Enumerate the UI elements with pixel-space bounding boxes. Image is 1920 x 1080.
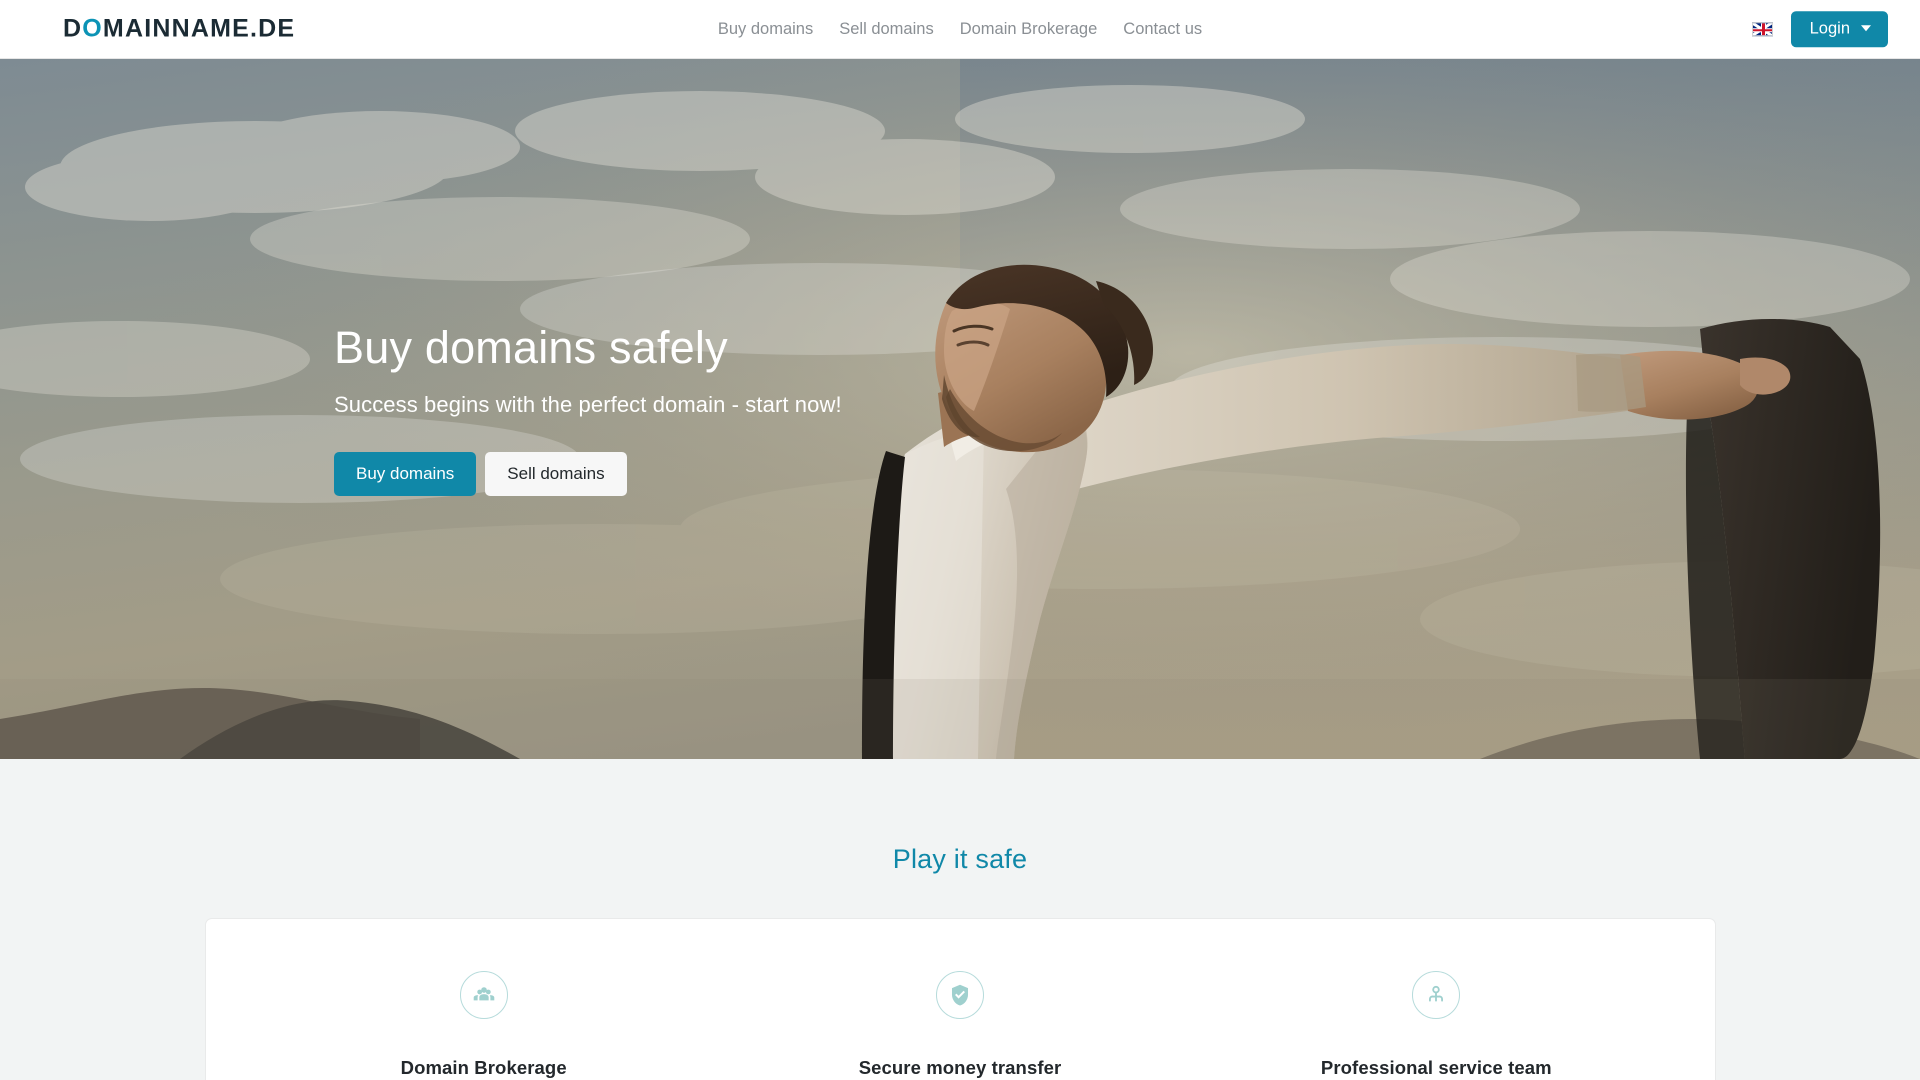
feature-card-title: Secure money transfer: [858, 1057, 1062, 1078]
nav-item-sell-domains[interactable]: Sell domains: [839, 19, 933, 39]
uk-flag-icon[interactable]: [1751, 22, 1773, 36]
hero-sell-domains-button[interactable]: Sell domains: [485, 452, 627, 496]
hero-subheading: Success begins with the perfect domain -…: [334, 392, 842, 417]
login-button-label: Login: [1809, 19, 1850, 38]
support-agent-icon: [1412, 971, 1461, 1019]
logo-text-pre: D: [63, 14, 83, 43]
feature-card-secure-money-transfer: Secure money transfer Transfers are made…: [722, 971, 1198, 1080]
header-actions: Login: [1751, 11, 1888, 47]
site-header: DOMAINNAME.DE Buy domains Sell domains D…: [0, 0, 1920, 59]
hero-heading: Buy domains safely: [334, 322, 728, 373]
primary-navigation: Buy domains Sell domains Domain Brokerag…: [718, 19, 1202, 39]
feature-cards-container: Domain Brokerage All transactions are mo…: [204, 918, 1716, 1080]
shield-check-icon: [935, 971, 984, 1019]
nav-item-domain-brokerage[interactable]: Domain Brokerage: [960, 19, 1098, 39]
chevron-down-icon: [1861, 25, 1871, 32]
logo-text-post: MAINNAME.DE: [102, 14, 296, 43]
logo-text-accent: O: [82, 14, 103, 43]
hero-buy-domains-button[interactable]: Buy domains: [334, 452, 477, 496]
site-logo[interactable]: DOMAINNAME.DE: [63, 15, 295, 44]
play-it-safe-section: Play it safe Domain Brokerage All transa…: [0, 759, 1920, 1080]
feature-card-professional-service-team: Professional service team It will be hap…: [1198, 971, 1674, 1080]
hero-actions: Buy domains Sell domains: [334, 452, 1920, 496]
nav-item-contact-us[interactable]: Contact us: [1123, 19, 1202, 39]
section-title: Play it safe: [892, 844, 1028, 874]
feature-card-domain-brokerage: Domain Brokerage All transactions are mo…: [246, 971, 722, 1080]
nav-item-buy-domains[interactable]: Buy domains: [718, 19, 813, 39]
group-people-icon: [459, 971, 508, 1019]
feature-card-title: Domain Brokerage: [400, 1057, 567, 1078]
login-button[interactable]: Login: [1790, 11, 1888, 47]
hero-content: Buy domains safely Success begins with t…: [0, 59, 1920, 496]
feature-card-title: Professional service team: [1320, 1057, 1552, 1078]
hero-section: Buy domains safely Success begins with t…: [0, 59, 1920, 759]
